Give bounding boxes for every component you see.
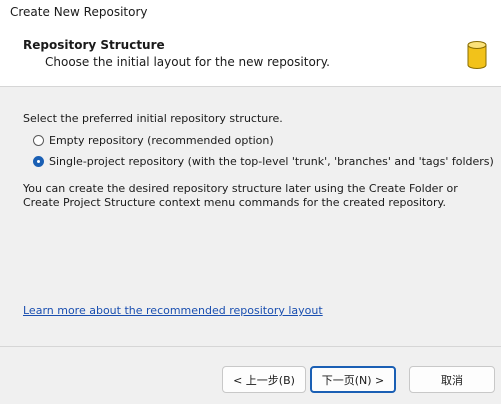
- option-empty-repository[interactable]: Empty repository (recommended option): [33, 132, 274, 148]
- wizard-header: Repository Structure Choose the initial …: [0, 24, 501, 87]
- title-bar: Create New Repository: [0, 0, 501, 24]
- option-empty-label: Empty repository (recommended option): [49, 133, 274, 147]
- structure-note: You can create the desired repository st…: [23, 182, 458, 209]
- radio-single-project[interactable]: [33, 155, 44, 167]
- wizard-content: Select the preferred initial repository …: [0, 87, 501, 337]
- page-title: Repository Structure: [23, 38, 165, 52]
- next-button[interactable]: 下一页(N) >: [310, 366, 396, 393]
- back-button[interactable]: < 上一步(B): [222, 366, 306, 393]
- learn-more-link[interactable]: Learn more about the recommended reposit…: [23, 304, 323, 317]
- footer-divider: [0, 346, 501, 347]
- cancel-button[interactable]: 取消: [409, 366, 495, 393]
- database-icon: [467, 41, 487, 69]
- intro-text: Select the preferred initial repository …: [23, 112, 283, 125]
- page-subtitle: Choose the initial layout for the new re…: [45, 55, 330, 69]
- option-single-project[interactable]: Single-project repository (with the top-…: [33, 153, 494, 169]
- option-single-project-label: Single-project repository (with the top-…: [49, 154, 494, 168]
- radio-empty[interactable]: [33, 134, 44, 146]
- window-title: Create New Repository: [10, 5, 148, 19]
